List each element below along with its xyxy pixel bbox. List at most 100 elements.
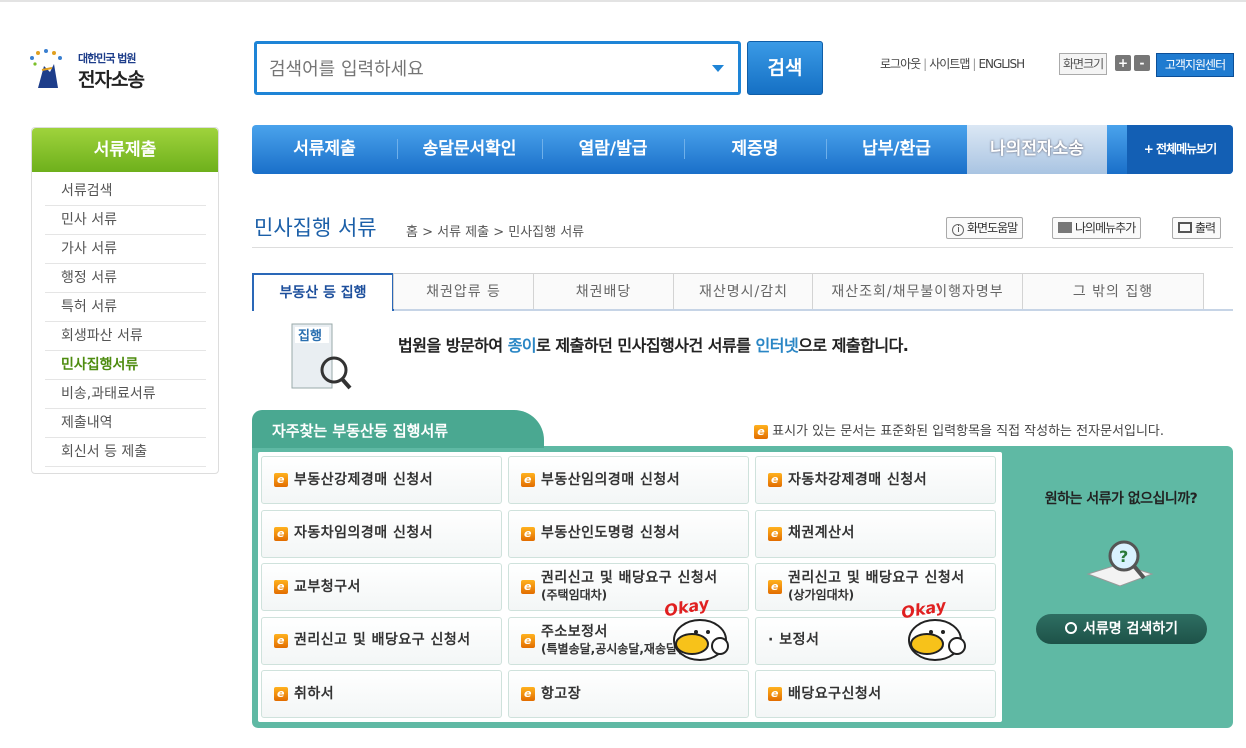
sub-tabs: 부동산 등 집행 채권압류 등 채권배당 재산명시/감치 재산조회/채무불이행자명부 그 … — [252, 273, 1233, 311]
e-doc-icon: e — [521, 580, 535, 594]
doc-title: 권리신고 및 배당요구 신청서 — [294, 632, 471, 648]
intro-text: 법원을 방문하여 종이로 제출하던 민사집행사건 서류를 인터넷으로 제출합니다… — [398, 336, 909, 355]
doc-title: 부동산인도명령 신청서 — [541, 525, 681, 541]
e-doc-icon: e — [768, 580, 782, 594]
svg-text:?: ? — [1119, 547, 1128, 566]
support-center-button[interactable]: 고객지원센터 — [1156, 53, 1234, 77]
e-doc-icon: e — [274, 687, 288, 701]
doc-link[interactable]: e 배당요구신청서 — [755, 670, 996, 718]
sidebar: 서류제출 서류검색 민사 서류 가사 서류 행정 서류 특허 서류 회생파산 서류 민사집행… — [31, 127, 219, 474]
sitemap-link[interactable]: 사이트맵 — [929, 55, 970, 72]
doc-search-button[interactable]: 서류명 검색하기 — [1036, 614, 1207, 644]
top-links: 로그아웃 | 사이트맵 | ENGLISH — [880, 55, 1025, 72]
sidebar-item[interactable]: 서류검색 — [45, 177, 206, 206]
printer-icon — [1178, 222, 1192, 233]
court-emblem-icon — [30, 49, 62, 88]
search-box[interactable] — [254, 41, 741, 95]
doc-link[interactable]: e 자동차임의경매 신청서 — [261, 509, 502, 558]
doc-label: 채권계산서 — [788, 525, 855, 542]
sidebar-item[interactable]: 회신서 등 제출 — [45, 438, 206, 467]
enforcement-doc-icon: 집행 — [290, 322, 354, 392]
doc-link[interactable]: e 항고장 — [508, 670, 749, 718]
sidebar-item[interactable]: 민사 서류 — [45, 206, 206, 235]
doc-title: 교부청구서 — [294, 578, 361, 595]
help-button[interactable]: i 화면도움말 — [946, 217, 1024, 239]
doc-label: 부동산인도명령 신청서 — [541, 525, 680, 542]
zoom-in-button[interactable]: + — [1115, 55, 1131, 71]
e-doc-icon: e — [521, 473, 535, 487]
english-link[interactable]: ENGLISH — [978, 57, 1025, 71]
sidebar-item[interactable]: 행정 서류 — [45, 264, 206, 293]
zoom-out-button[interactable]: - — [1134, 55, 1150, 71]
doc-title: 부동산임의경매 신청서 — [541, 471, 681, 488]
e-doc-icon: e — [274, 580, 288, 594]
logo-line2: 전자소송 — [78, 69, 145, 91]
sidebar-item[interactable]: 가사 서류 — [45, 235, 206, 264]
print-button[interactable]: 출력 — [1172, 217, 1222, 239]
tab[interactable]: 재산조회/채무불이행자명부 — [812, 273, 1023, 309]
doc-link[interactable]: e 교부청구서 — [261, 563, 502, 611]
main-nav: + 전체메뉴보기 서류제출 송달문서확인 열람/발급 제증명 납부/환급 나의전자소송 — [252, 125, 1233, 174]
sidebar-item[interactable]: 제출내역 — [45, 409, 206, 438]
tab[interactable]: 그 밖의 집행 — [1022, 273, 1204, 309]
nav-item[interactable]: 납부/환급 — [826, 125, 967, 174]
e-doc-icon: e — [274, 633, 288, 648]
e-doc-note: e 표시가 있는 문서는 표준화된 입력항목을 직접 작성하는 전자문서입니다. — [754, 420, 1164, 439]
doc-link[interactable]: e 채권계산서 — [755, 509, 996, 558]
doc-label: 권리신고 및 배당요구 신청서 — [294, 632, 471, 649]
tab[interactable]: 채권배당 — [533, 273, 674, 309]
sidebar-item[interactable]: 민사집행서류 — [45, 351, 206, 380]
doc-label: 취하서 — [294, 686, 334, 703]
doc-title: 채권계산서 — [788, 525, 855, 541]
sidebar-title: 서류제출 — [32, 128, 218, 172]
doc-link[interactable]: e 취하서 — [261, 670, 502, 718]
doc-title: 자동차강제경매 신청서 — [788, 471, 928, 488]
chevron-down-icon[interactable] — [712, 65, 724, 72]
doc-title: 취하서 — [294, 685, 335, 702]
doc-link[interactable]: e 부동산강제경매 신청서 — [261, 456, 502, 504]
nav-divider — [826, 139, 827, 159]
doc-label: 교부청구서 — [294, 579, 361, 596]
nav-item[interactable]: 나의전자소송 — [967, 125, 1107, 174]
nav-item[interactable]: 열람/발급 — [542, 125, 684, 174]
breadcrumb: 홈 > 서류 제출 > 민사집행 서류 — [406, 225, 585, 240]
doc-title: 부동산강제경매 신청서 — [294, 471, 434, 488]
doc-label: 항고장 — [541, 686, 581, 703]
add-my-menu-button[interactable]: 나의메뉴추가 — [1052, 217, 1142, 239]
nav-item[interactable]: 송달문서확인 — [397, 125, 542, 174]
e-doc-icon: e — [768, 473, 782, 487]
doc-link[interactable]: e 권리신고 및 배당요구 신청서 — [261, 616, 502, 665]
svg-text:Okay: Okay — [663, 594, 711, 621]
search-input[interactable] — [269, 56, 689, 82]
nav-divider — [684, 139, 685, 159]
doc-link[interactable]: e 자동차강제경매 신청서 — [755, 456, 996, 504]
sidebar-item[interactable]: 비송,과태료서류 — [45, 380, 206, 409]
magnifier-book-icon: ? — [1084, 534, 1156, 596]
okay-mascot-icon: Okay — [660, 592, 738, 662]
e-doc-icon: e — [754, 424, 768, 439]
e-doc-icon: e — [768, 526, 782, 541]
title-divider — [252, 247, 1233, 248]
tab[interactable]: 부동산 등 집행 — [252, 273, 394, 311]
doc-link[interactable]: e 부동산인도명령 신청서 — [508, 509, 749, 558]
tab[interactable]: 재산명시/감치 — [673, 273, 814, 309]
logout-link[interactable]: 로그아웃 — [880, 55, 921, 72]
doc-link[interactable]: e 부동산임의경매 신청서 — [508, 456, 749, 504]
e-doc-icon: e — [274, 473, 288, 487]
court-logo[interactable]: 대한민국 법원 전자소송 — [26, 48, 166, 94]
nav-item[interactable]: 제증명 — [684, 125, 826, 174]
doc-label: 배당요구신청서 — [788, 686, 882, 703]
sidebar-item[interactable]: 특허 서류 — [45, 293, 206, 322]
all-menu-button[interactable]: + 전체메뉴보기 — [1127, 125, 1233, 174]
e-doc-icon: e — [521, 633, 535, 648]
sidebar-item[interactable]: 회생파산 서류 — [45, 322, 206, 351]
bookmark-icon — [1058, 222, 1072, 233]
nav-divider — [397, 139, 398, 159]
e-doc-icon: e — [521, 687, 535, 701]
doc-title: 권리신고 및 배당요구 신청서 — [788, 570, 965, 586]
nav-item[interactable]: 서류제출 — [252, 125, 397, 174]
doc-label: 부동산강제경매 신청서 — [294, 472, 433, 489]
tab[interactable]: 채권압류 등 — [393, 273, 534, 309]
e-doc-icon: e — [521, 526, 535, 541]
search-button[interactable]: 검색 — [747, 41, 823, 95]
